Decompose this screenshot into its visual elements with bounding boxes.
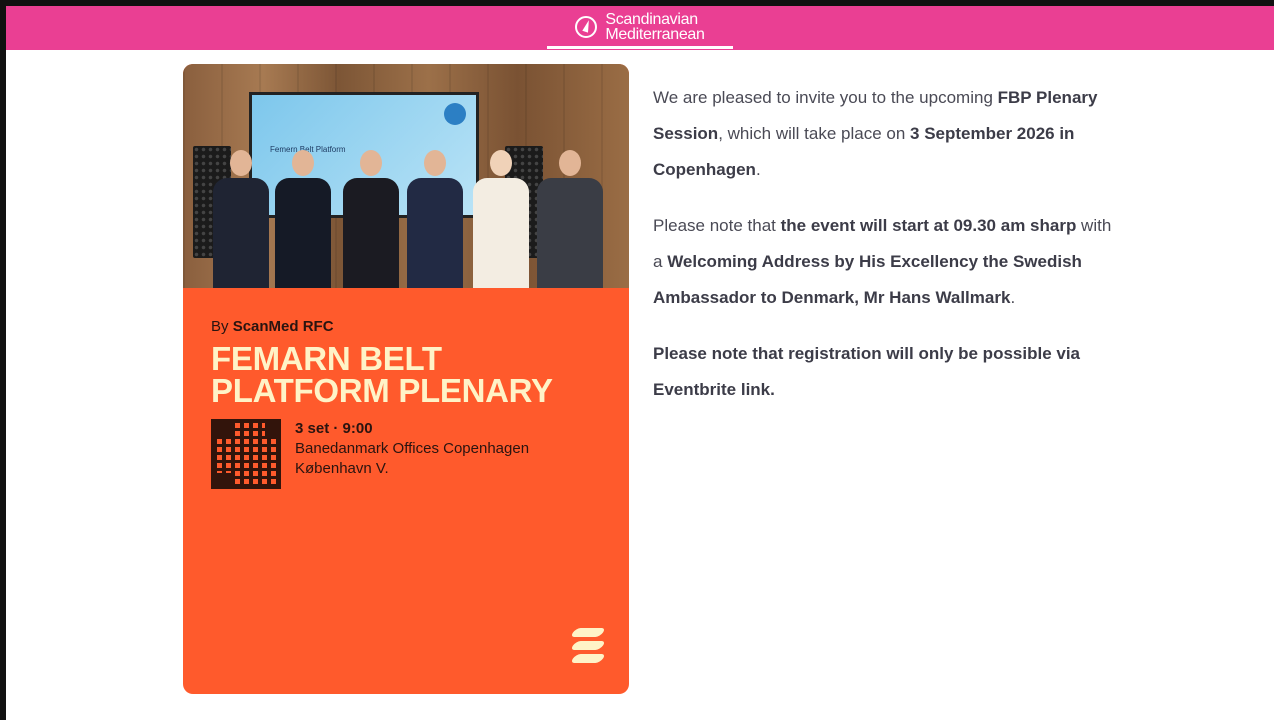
event-title-line-2: PLATFORM PLENARY (211, 372, 553, 409)
brand-line-2: Mediterranean (605, 26, 705, 43)
by-prefix: By (211, 318, 233, 335)
event-info: 3 set · 9:00 Banedanmark Offices Copenha… (295, 419, 529, 489)
event-poster[interactable]: Femern Belt Platform By ScanMed RFC FEMA… (183, 64, 629, 694)
start-time-note: the event will start at 09.30 am sharp (780, 216, 1077, 235)
registration-note: Please note that registration will only … (653, 344, 1081, 399)
poster-content: By ScanMed RFC FEMARN BELT PLATFORM PLEN… (183, 288, 629, 694)
platform-logo-icon (444, 103, 466, 125)
organizer-line: By ScanMed RFC (211, 318, 601, 335)
brand-name: Scandinavian Mediterranean (605, 11, 705, 43)
qr-code-icon[interactable] (211, 419, 281, 489)
person (275, 150, 331, 288)
event-title: FEMARN BELT PLATFORM PLENARY (211, 340, 601, 409)
event-details: 3 set · 9:00 Banedanmark Offices Copenha… (211, 419, 601, 489)
organizer-name: ScanMed RFC (232, 318, 334, 335)
start-time-paragraph: Please note that the event will start at… (653, 216, 1112, 307)
person (473, 150, 529, 288)
venue-name: Banedanmark Offices Copenhagen (295, 440, 530, 457)
invite-paragraph: We are pleased to invite you to the upco… (653, 88, 1098, 179)
group-photo: Femern Belt Platform (183, 64, 629, 288)
person (537, 150, 603, 288)
welcome-address: Welcoming Address by His Excellency the … (653, 252, 1082, 307)
event-date-time: 3 set · 9:00 (295, 420, 373, 437)
eventbrite-logo-icon (569, 628, 607, 664)
person (343, 150, 399, 288)
event-title-line-1: FEMARN BELT (211, 340, 442, 377)
venue-city: København V. (295, 460, 389, 477)
person (407, 150, 463, 288)
top-banner: Scandinavian Mediterranean (6, 6, 1274, 50)
invitation-text: We are pleased to invite you to the upco… (653, 80, 1113, 428)
brand-logo[interactable]: Scandinavian Mediterranean (547, 6, 733, 49)
compass-icon (575, 16, 598, 38)
brand-line-1: Scandinavian (605, 11, 698, 28)
person (213, 150, 269, 288)
registration-paragraph: Please note that registration will only … (653, 336, 1113, 408)
